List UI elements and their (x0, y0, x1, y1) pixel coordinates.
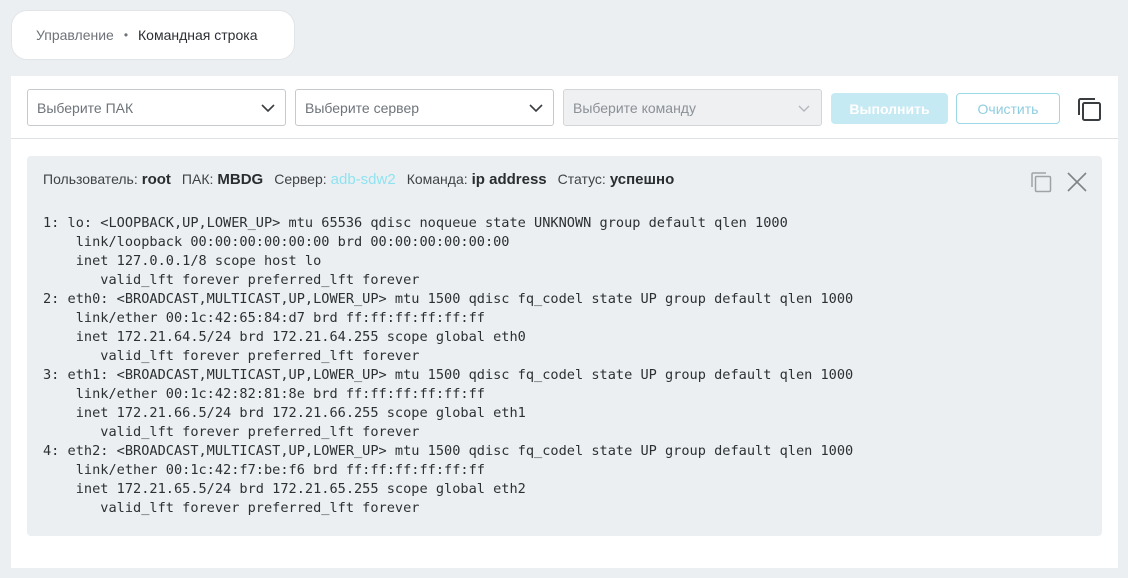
breadcrumb: Управление • Командная строка (11, 10, 295, 60)
pak-select[interactable]: Выберите ПАК (27, 89, 286, 126)
clear-button[interactable]: Очистить (956, 93, 1060, 124)
chevron-down-icon (797, 101, 811, 115)
command-line-panel: Выберите ПАК Выберите сервер Выберите ко… (11, 76, 1118, 568)
copy-output-icon[interactable] (1029, 170, 1053, 194)
server-link[interactable]: adb-sdw2 (331, 171, 396, 188)
run-button[interactable]: Выполнить (831, 93, 948, 124)
command-toolbar: Выберите ПАК Выберите сервер Выберите ко… (11, 76, 1118, 139)
breadcrumb-separator: • (123, 28, 129, 42)
breadcrumb-item-current: Командная строка (138, 27, 258, 43)
server-select[interactable]: Выберите сервер (295, 89, 554, 126)
server-select-placeholder: Выберите сервер (305, 99, 420, 116)
command-label: Команда: (406, 171, 468, 187)
command-output-card: Пользователь: root ПАК: MBDG Сервер: adb… (27, 156, 1102, 536)
close-icon[interactable] (1065, 170, 1089, 194)
command-meta: Пользователь: root ПАК: MBDG Сервер: adb… (43, 171, 685, 188)
breadcrumb-item-management[interactable]: Управление (36, 27, 114, 43)
pak-value: MBDG (217, 171, 264, 188)
pak-select-placeholder: Выберите ПАК (37, 99, 134, 116)
chevron-down-icon (261, 101, 275, 115)
command-output-text: 1: lo: <LOOPBACK,UP,LOWER_UP> mtu 65536 … (43, 215, 854, 516)
user-value: root (141, 171, 171, 188)
status-value: успешно (609, 171, 675, 188)
command-select-placeholder: Выберите команду (573, 99, 696, 116)
server-label: Сервер: (274, 171, 327, 187)
user-label: Пользователь: (43, 171, 138, 187)
chevron-down-icon (529, 101, 543, 115)
copy-icon[interactable] (1075, 95, 1103, 123)
status-label: Статус: (557, 171, 606, 187)
command-select[interactable]: Выберите команду (563, 89, 822, 126)
pak-label: ПАК: (181, 171, 214, 187)
command-value: ip address (471, 171, 547, 188)
